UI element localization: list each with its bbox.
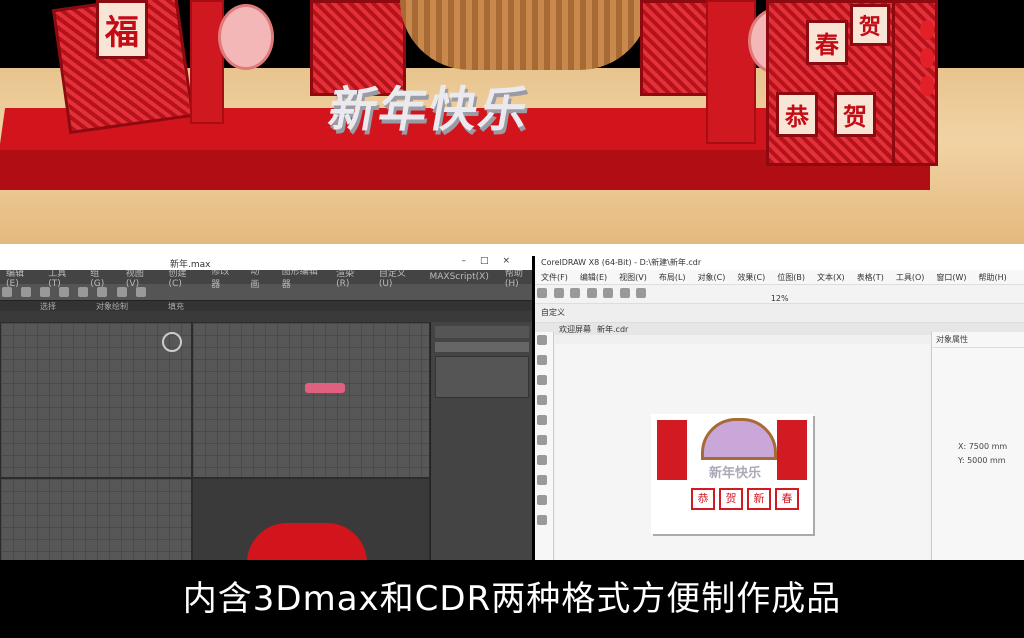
select-icon[interactable]	[59, 287, 70, 297]
design-right-frame	[777, 420, 807, 480]
cube-fu-char: 福	[96, 0, 148, 59]
command-panel	[430, 322, 532, 560]
lantern	[920, 20, 934, 40]
cdr-menu-item[interactable]: 表格(T)	[857, 272, 884, 283]
rotate-icon[interactable]	[97, 287, 108, 297]
design-seal: 春	[775, 488, 799, 510]
docker-x[interactable]: X: 7500 mm	[958, 442, 1007, 451]
move-icon[interactable]	[78, 287, 89, 297]
viewport-left[interactable]	[0, 478, 192, 560]
cdr-menubar: 文件(F) 编辑(E) 视图(V) 布局(L) 对象(C) 效果(C) 位图(B…	[535, 270, 1024, 285]
zoom-level[interactable]: 12%	[771, 294, 789, 303]
doc-tab[interactable]: 欢迎屏幕	[559, 324, 591, 335]
undo-icon[interactable]	[2, 287, 12, 297]
cdr-menu-item[interactable]: 位图(B)	[777, 272, 805, 283]
polygon-tool-icon[interactable]	[537, 475, 547, 485]
viewport-perspective[interactable]	[192, 478, 430, 560]
panel-char-he2: 贺	[834, 92, 876, 137]
cdr-canvas[interactable]: 新年快乐 恭 贺 新 春	[555, 344, 930, 560]
cdr-toolbox	[535, 332, 554, 560]
wooden-fan-arch	[400, 0, 650, 70]
cdr-toolbar: 12%	[535, 285, 1024, 304]
cdr-docker: 对象属性 X: 7500 mm Y: 5000 mm	[931, 332, 1024, 560]
docker-title: 对象属性	[932, 332, 1024, 348]
zoom-tool-icon[interactable]	[537, 395, 547, 405]
cdr-menu-item[interactable]: 窗口(W)	[936, 272, 966, 283]
copy-icon[interactable]	[619, 288, 630, 298]
cdr-menu-item[interactable]: 编辑(E)	[580, 272, 607, 283]
freehand-tool-icon[interactable]	[537, 415, 547, 425]
max-tab[interactable]: 选择	[40, 301, 56, 311]
name-field[interactable]	[435, 342, 529, 352]
cdr-propertybar: 自定义	[535, 304, 1024, 323]
max-titlebar: 新年.max –□×	[0, 256, 532, 270]
cdr-titlebar: CorelDRAW X8 (64-Bit) - D:\新建\新年.cdr	[535, 256, 1024, 270]
redo-icon[interactable]	[21, 287, 32, 297]
cdr-menu-item[interactable]: 工具(O)	[896, 272, 925, 283]
panel-char-chun: 春	[806, 20, 848, 65]
viewport-front[interactable]	[192, 322, 430, 478]
open-icon[interactable]	[553, 288, 564, 298]
lantern	[920, 48, 934, 68]
cdr-window: CorelDRAW X8 (64-Bit) - D:\新建\新年.cdr 文件(…	[535, 256, 1024, 560]
new-icon[interactable]	[537, 288, 547, 298]
rectangle-tool-icon[interactable]	[537, 435, 547, 445]
cdr-menu-item[interactable]: 视图(V)	[619, 272, 647, 283]
render-scene: 福 新年快乐 春 贺 恭 贺	[0, 0, 1024, 244]
scene-title-3d: 新年快乐	[324, 82, 535, 138]
cdr-menu-item[interactable]: 布局(L)	[659, 272, 686, 283]
divider	[0, 244, 1024, 256]
cdr-page: 新年快乐 恭 贺 新 春	[651, 414, 813, 534]
design-fan	[701, 418, 777, 460]
cdr-menu-item[interactable]: 文件(F)	[541, 272, 568, 283]
max-tab[interactable]: 填充	[168, 301, 184, 311]
cdr-menu-item[interactable]: 对象(C)	[698, 272, 726, 283]
link-icon[interactable]	[40, 287, 51, 297]
max-menu-item[interactable]: MAXScript(X)	[429, 272, 488, 282]
front-view-object	[305, 383, 345, 393]
fill-tool-icon[interactable]	[537, 515, 547, 525]
design-seal: 贺	[719, 488, 743, 510]
panel-char-gong: 恭	[776, 92, 818, 137]
panel-char-he: 贺	[850, 4, 891, 46]
text-tool-icon[interactable]	[537, 495, 547, 505]
max-tab[interactable]: 对象绘制	[96, 301, 128, 311]
pick-tool-icon[interactable]	[537, 335, 547, 345]
left-pillar	[190, 0, 224, 124]
cdr-menu-item[interactable]: 效果(C)	[737, 272, 765, 283]
doc-tab[interactable]: 新年.cdr	[597, 324, 628, 335]
design-seal: 恭	[691, 488, 715, 510]
print-icon[interactable]	[586, 288, 597, 298]
shape-tool-icon[interactable]	[537, 355, 547, 365]
cdr-menu-item[interactable]: 帮助(H)	[979, 272, 1007, 283]
render-icon[interactable]	[135, 287, 146, 297]
bottom-caption: 内含3Dmax和CDR两种格式方便制作成品	[0, 560, 1024, 638]
window-controls[interactable]: –□×	[461, 256, 524, 266]
paste-icon[interactable]	[636, 288, 647, 298]
lantern	[920, 76, 934, 96]
crop-tool-icon[interactable]	[537, 375, 547, 385]
design-seal: 新	[747, 488, 771, 510]
save-icon[interactable]	[570, 288, 581, 298]
scale-icon[interactable]	[116, 287, 127, 297]
command-tabs[interactable]	[435, 326, 529, 338]
pig-mascot-left	[218, 4, 274, 70]
docker-y[interactable]: Y: 5000 mm	[958, 456, 1006, 465]
perspective-model	[247, 523, 367, 560]
max-ribbon-tabs: 选择 对象绘制 填充	[0, 301, 532, 311]
design-left-frame	[657, 420, 687, 480]
viewcube-icon[interactable]	[162, 332, 182, 352]
max-menubar: 编辑(E) 工具(T) 组(G) 视图(V) 创建(C) 修改器 动画 图形编辑…	[0, 267, 532, 290]
page-size-select[interactable]: 自定义	[541, 308, 565, 317]
modifier-list[interactable]	[435, 356, 529, 398]
max-window: 新年.max –□× 编辑(E) 工具(T) 组(G) 视图(V) 创建(C) …	[0, 256, 532, 560]
max-toolbar	[0, 284, 532, 301]
ellipse-tool-icon[interactable]	[537, 455, 547, 465]
cut-icon[interactable]	[603, 288, 614, 298]
max-window-title: 新年.max	[170, 260, 211, 270]
right-pillar	[706, 0, 756, 144]
cdr-menu-item[interactable]: 文本(X)	[817, 272, 845, 283]
design-title: 新年快乐	[709, 466, 762, 481]
